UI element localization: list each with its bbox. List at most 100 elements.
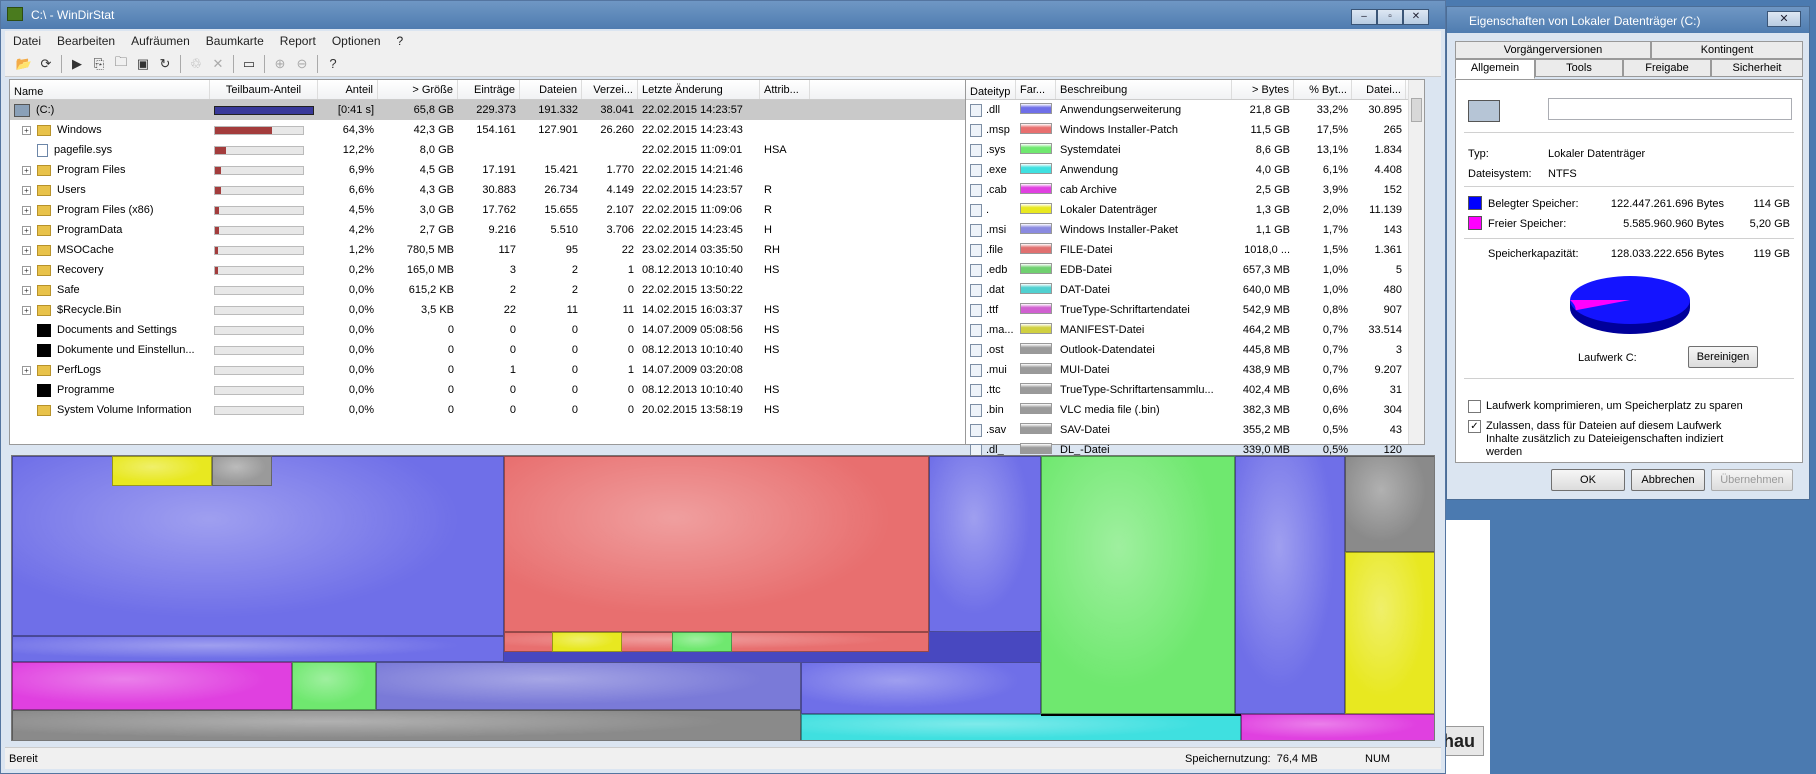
copy-icon[interactable]: ⎘: [88, 54, 110, 74]
expand-icon[interactable]: +: [22, 165, 31, 175]
col-subtree[interactable]: Teilbaum-Anteil: [210, 80, 318, 99]
tree-row[interactable]: Programme 0,0% 0 0 0 0 08.12.2013 10:10:40 HS: [10, 380, 966, 400]
menu-report[interactable]: Report: [272, 34, 324, 48]
col-color[interactable]: Far...: [1016, 80, 1056, 99]
expand-icon[interactable]: +: [22, 125, 31, 135]
treemap-block[interactable]: [12, 636, 504, 662]
close-button[interactable]: ✕: [1403, 9, 1429, 25]
tree-row[interactable]: + Users 6,6% 4,3 GB 30.883 26.734 4.149 22.02.2…: [10, 180, 966, 200]
tree-row[interactable]: + MSOCache 1,2% 780,5 MB 117 95 22 23.02.2014 0…: [10, 240, 966, 260]
cancel-button[interactable]: Abbrechen: [1631, 469, 1705, 491]
col-name[interactable]: Name: [10, 80, 210, 99]
index-checkbox[interactable]: ✓: [1468, 420, 1481, 433]
play-icon[interactable]: ▶: [66, 54, 88, 74]
treemap-block[interactable]: [1041, 456, 1235, 714]
treemap[interactable]: [11, 455, 1435, 741]
tab-security[interactable]: Sicherheit: [1711, 59, 1803, 77]
col-bytes-pct[interactable]: % Byt...: [1294, 80, 1352, 99]
treemap-block[interactable]: [552, 632, 622, 652]
ext-row[interactable]: .edb EDB-Datei 657,3 MB 1,0% 5: [966, 260, 1424, 280]
expand-icon[interactable]: +: [22, 285, 31, 295]
treemap-block[interactable]: [376, 662, 801, 710]
menu-baumkarte[interactable]: Baumkarte: [198, 34, 272, 48]
col-size[interactable]: > Größe: [378, 80, 458, 99]
zoom-out-icon[interactable]: ⊖: [291, 54, 313, 74]
tab-quota[interactable]: Kontingent: [1651, 41, 1803, 59]
ext-row[interactable]: .msi Windows Installer-Paket 1,1 GB 1,7% 143: [966, 220, 1424, 240]
ext-row[interactable]: .msp Windows Installer-Patch 11,5 GB 17,5% 2…: [966, 120, 1424, 140]
ok-button[interactable]: OK: [1551, 469, 1625, 491]
refresh-icon[interactable]: ↻: [154, 54, 176, 74]
col-entries[interactable]: Einträge: [458, 80, 520, 99]
treemap-block[interactable]: [112, 456, 212, 486]
menu-aufraeumen[interactable]: Aufräumen: [123, 34, 198, 48]
ext-row[interactable]: .exe Anwendung 4,0 GB 6,1% 4.408: [966, 160, 1424, 180]
compress-checkbox[interactable]: [1468, 400, 1481, 413]
ext-row[interactable]: .cab cab Archive 2,5 GB 3,9% 152: [966, 180, 1424, 200]
tree-row[interactable]: System Volume Information 0,0% 0 0 0 0 20.02.2…: [10, 400, 966, 420]
maximize-button[interactable]: ▫: [1377, 9, 1403, 25]
tree-row[interactable]: + Recovery 0,2% 165,0 MB 3 2 1 08.12.2013 10:10…: [10, 260, 966, 280]
menu-help[interactable]: ?: [389, 34, 412, 48]
treemap-block[interactable]: [1041, 714, 1241, 716]
open-icon[interactable]: 📂: [13, 54, 35, 74]
col-files[interactable]: Dateien: [520, 80, 582, 99]
ext-row[interactable]: .ost Outlook-Datendatei 445,8 MB 0,7% 3: [966, 340, 1424, 360]
cmd-icon[interactable]: ▣: [132, 54, 154, 74]
tab-previous-versions[interactable]: Vorgängerversionen: [1455, 41, 1651, 59]
refresh-all-icon[interactable]: ⟳: [35, 54, 57, 74]
title-bar[interactable]: C:\ - WinDirStat – ▫ ✕: [1, 1, 1445, 29]
treemap-block[interactable]: [1345, 456, 1434, 552]
ext-row[interactable]: .ma... MANIFEST-Datei 464,2 MB 0,7% 33.514: [966, 320, 1424, 340]
treemap-block[interactable]: [801, 662, 1041, 714]
help-icon[interactable]: ?: [322, 54, 344, 74]
minimize-button[interactable]: –: [1351, 9, 1377, 25]
treemap-block[interactable]: [1241, 714, 1434, 740]
col-date[interactable]: Letzte Änderung: [638, 80, 760, 99]
tree-row[interactable]: + Program Files (x86) 4,5% 3,0 GB 17.762 15.6…: [10, 200, 966, 220]
expand-icon[interactable]: +: [22, 225, 31, 235]
expand-icon[interactable]: +: [22, 265, 31, 275]
menu-optionen[interactable]: Optionen: [324, 34, 389, 48]
treemap-block[interactable]: [504, 456, 929, 632]
tab-general[interactable]: Allgemein: [1455, 59, 1535, 79]
expand-icon[interactable]: +: [22, 205, 31, 215]
col-dirs[interactable]: Verzei...: [582, 80, 638, 99]
ext-row[interactable]: .sav SAV-Datei 355,2 MB 0,5% 43: [966, 420, 1424, 440]
tree-row[interactable]: + Program Files 6,9% 4,5 GB 17.191 15.421 1.77…: [10, 160, 966, 180]
treemap-block[interactable]: [292, 662, 376, 710]
col-attr[interactable]: Attrib...: [760, 80, 810, 99]
treemap-block[interactable]: [12, 710, 801, 740]
ext-row[interactable]: .ttf TrueType-Schriftartendatei 542,9 MB 0,…: [966, 300, 1424, 320]
tree-row[interactable]: + Windows 64,3% 42,3 GB 154.161 127.901 26.260…: [10, 120, 966, 140]
ext-row[interactable]: .file FILE-Datei 1018,0 ... 1,5% 1.361: [966, 240, 1424, 260]
tree-row[interactable]: + ProgramData 4,2% 2,7 GB 9.216 5.510 3.706 22.…: [10, 220, 966, 240]
new-folder-icon[interactable]: ▭: [238, 54, 260, 74]
col-bytes[interactable]: > Bytes: [1232, 80, 1294, 99]
expand-icon[interactable]: +: [22, 245, 31, 255]
ext-row[interactable]: .dll Anwendungserweiterung 21,8 GB 33,2% 30.…: [966, 100, 1424, 120]
treemap-block[interactable]: [801, 714, 1241, 740]
ext-row[interactable]: .mui MUI-Datei 438,9 MB 0,7% 9.207: [966, 360, 1424, 380]
treemap-block[interactable]: [12, 662, 292, 710]
ext-row[interactable]: .sys Systemdatei 8,6 GB 13,1% 1.834: [966, 140, 1424, 160]
cleanup-button[interactable]: Bereinigen: [1688, 346, 1758, 368]
ext-row[interactable]: .bin VLC media file (.bin) 382,3 MB 0,6% 304: [966, 400, 1424, 420]
ext-row[interactable]: . Lokaler Datenträger 1,3 GB 2,0% 11.139: [966, 200, 1424, 220]
expand-icon[interactable]: +: [22, 185, 31, 195]
apply-button[interactable]: Übernehmen: [1711, 469, 1793, 491]
treemap-block[interactable]: [929, 456, 1041, 632]
tree-row[interactable]: Documents and Settings 0,0% 0 0 0 0 14.07.2009…: [10, 320, 966, 340]
col-percent[interactable]: Anteil: [318, 80, 378, 99]
tree-row[interactable]: + Safe 0,0% 615,2 KB 2 2 0 22.02.2015 13:50:22: [10, 280, 966, 300]
col-files-count[interactable]: Datei...: [1352, 80, 1406, 99]
menu-bearbeiten[interactable]: Bearbeiten: [49, 34, 123, 48]
menu-datei[interactable]: Datei: [5, 34, 49, 48]
ext-row[interactable]: .dat DAT-Datei 640,0 MB 1,0% 480: [966, 280, 1424, 300]
tree-row[interactable]: pagefile.sys 12,2% 8,0 GB 22.02.2015 11:09:…: [10, 140, 966, 160]
explorer-icon[interactable]: 🗀: [110, 54, 132, 74]
recycle-icon[interactable]: ♲: [185, 54, 207, 74]
ext-row[interactable]: .ttc TrueType-Schriftartensammlu... 402,4 …: [966, 380, 1424, 400]
dialog-close-button[interactable]: ✕: [1767, 11, 1801, 27]
treemap-block[interactable]: [672, 632, 732, 652]
